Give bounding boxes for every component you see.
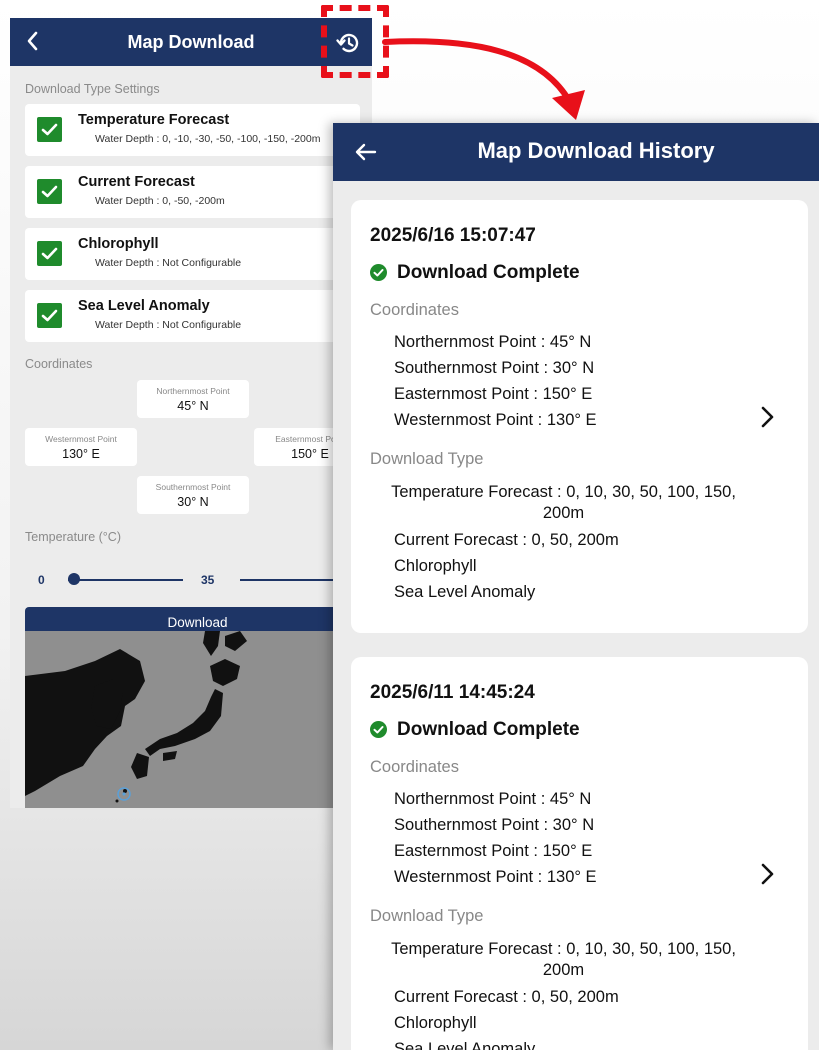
coordinate-line: Westernmost Point : 130° E	[394, 868, 597, 886]
type-line: Chlorophyll	[394, 557, 477, 575]
section-download-type: Download Type Settings	[25, 82, 160, 96]
south-point-input[interactable]: Southernmost Point 30° N	[137, 476, 249, 514]
download-type-label: Download Type	[370, 907, 484, 925]
slider-track[interactable]	[68, 579, 183, 581]
type-line-temperature: Temperature Forecast : 0, 10, 30, 50, 10…	[391, 483, 736, 522]
chevron-right-icon[interactable]	[756, 861, 778, 887]
check-icon	[41, 247, 58, 260]
type-line: Chlorophyll	[394, 1014, 477, 1032]
temperature-label: Temperature (°C)	[25, 530, 121, 544]
type-depth: Water Depth : Not Configurable	[95, 319, 242, 331]
page-title: Map Download History	[477, 138, 715, 163]
check-circle-icon	[370, 721, 387, 738]
type-card-chlorophyll[interactable]: Chlorophyll Water Depth : Not Configurab…	[25, 228, 360, 280]
download-type-label: Download Type	[370, 450, 484, 468]
slider-handle[interactable]	[68, 573, 80, 585]
map-image	[25, 631, 372, 808]
map-download-history-screen: Map Download History 2025/6/16 15:07:47 …	[333, 123, 819, 1050]
coordinate-line: Northernmost Point : 45° N	[394, 333, 592, 351]
type-line: Sea Level Anomaly	[394, 583, 536, 601]
history-header: Map Download History	[333, 123, 819, 181]
history-record[interactable]: 2025/6/11 14:45:24 Download Complete Coo…	[351, 657, 808, 1050]
type-card-temperature[interactable]: Temperature Forecast Water Depth : 0, -1…	[25, 104, 360, 156]
record-timestamp: 2025/6/16 15:07:47	[370, 225, 536, 246]
map-download-header: Map Download	[10, 18, 372, 66]
type-line: Sea Level Anomaly	[394, 1040, 536, 1050]
coord-label: Southernmost Point	[155, 482, 231, 492]
type-depth: Water Depth : 0, -50, -200m	[95, 195, 225, 207]
checkbox-temperature[interactable]	[37, 117, 62, 142]
type-depth: Water Depth : Not Configurable	[95, 257, 242, 269]
coordinates-label: Coordinates	[370, 758, 459, 776]
record-timestamp: 2025/6/11 14:45:24	[370, 682, 535, 703]
check-icon	[41, 123, 58, 136]
slider-max-value: 35	[201, 573, 215, 587]
type-line-temperature: Temperature Forecast : 0, 10, 30, 50, 10…	[391, 940, 736, 979]
coord-value: 30° N	[177, 495, 209, 509]
arrow-annotation-icon	[382, 38, 585, 120]
record-status: Download Complete	[397, 262, 580, 283]
coordinate-line: Southernmost Point : 30° N	[394, 816, 595, 834]
coordinate-line: Northernmost Point : 45° N	[394, 790, 592, 808]
type-name: Temperature Forecast	[78, 112, 230, 128]
coord-label: Westernmost Point	[45, 434, 117, 444]
coord-value: 130° E	[62, 447, 100, 461]
record-status: Download Complete	[397, 719, 580, 740]
check-circle-icon	[370, 264, 387, 281]
checkbox-current[interactable]	[37, 179, 62, 204]
map-download-screen: Map Download Download Type Settings Temp…	[10, 18, 372, 808]
section-coordinates: Coordinates	[25, 357, 93, 371]
history-record[interactable]: 2025/6/16 15:07:47 Download Complete Coo…	[351, 200, 808, 633]
chevron-right-icon[interactable]	[756, 404, 778, 430]
history-button-highlight	[321, 5, 389, 78]
type-line: Current Forecast : 0, 50, 200m	[394, 988, 619, 1006]
check-icon	[41, 309, 58, 322]
checkbox-sea-level[interactable]	[37, 303, 62, 328]
coord-label: Northernmost Point	[156, 386, 230, 396]
checkbox-chlorophyll[interactable]	[37, 241, 62, 266]
page-title: Map Download	[127, 32, 255, 52]
type-depth: Water Depth : 0, -10, -30, -50, -100, -1…	[95, 133, 321, 145]
coordinate-line: Easternmost Point : 150° E	[394, 842, 593, 860]
type-name: Current Forecast	[78, 174, 195, 190]
type-card-sea-level[interactable]: Sea Level Anomaly Water Depth : Not Conf…	[25, 290, 360, 342]
north-point-input[interactable]: Northernmost Point 45° N	[137, 380, 249, 418]
map-view[interactable]	[25, 631, 372, 808]
type-name: Chlorophyll	[78, 236, 159, 252]
west-point-input[interactable]: Westernmost Point 130° E	[25, 428, 137, 466]
type-name: Sea Level Anomaly	[78, 298, 210, 314]
coordinate-line: Easternmost Point : 150° E	[394, 385, 593, 403]
coord-value: 45° N	[177, 399, 209, 413]
coordinates-label: Coordinates	[370, 301, 459, 319]
slider-min-value: 0	[38, 573, 45, 587]
type-card-current[interactable]: Current Forecast Water Depth : 0, -50, -…	[25, 166, 360, 218]
check-icon	[41, 185, 58, 198]
coordinate-line: Southernmost Point : 30° N	[394, 359, 595, 377]
type-line: Current Forecast : 0, 50, 200m	[394, 531, 619, 549]
coordinate-line: Westernmost Point : 130° E	[394, 411, 597, 429]
